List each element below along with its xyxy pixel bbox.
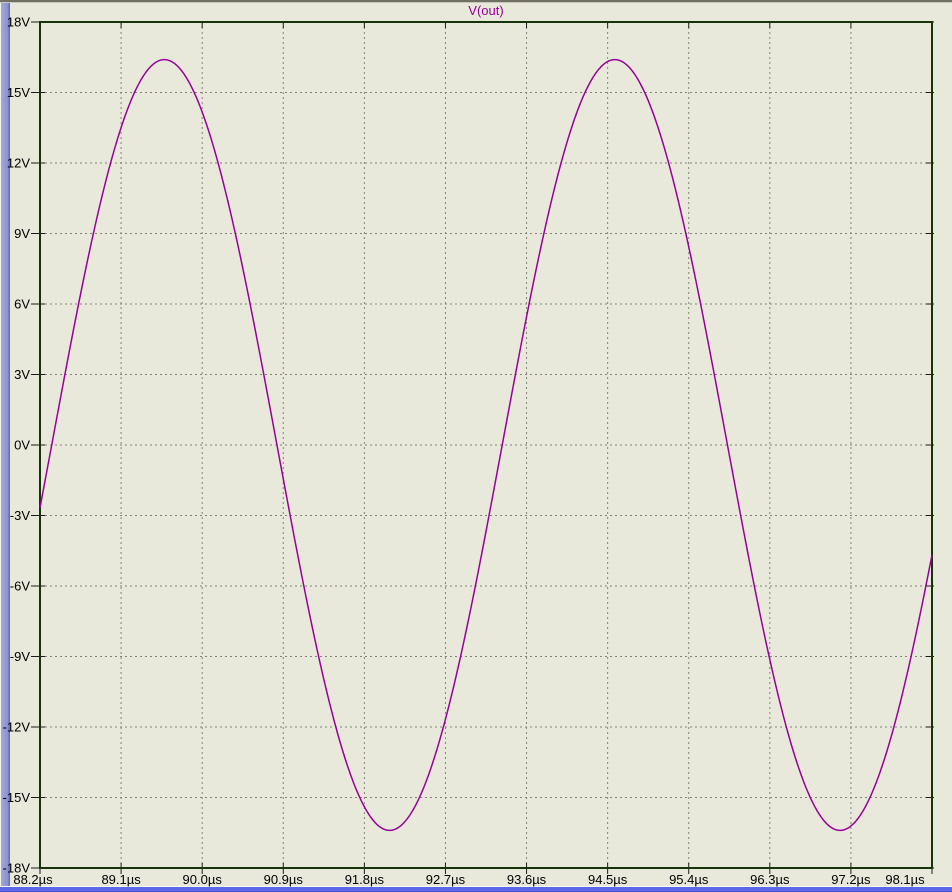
x-tick-label: 88.2µs <box>13 872 53 887</box>
x-tick-label: 89.1µs <box>101 872 141 887</box>
y-tick-label: 9V <box>14 226 30 241</box>
x-tick-label: 98.1µs <box>885 872 925 887</box>
y-tick-label: 12V <box>7 156 30 171</box>
y-tick-label: 6V <box>14 297 30 312</box>
y-tick-label: -9V <box>10 649 31 664</box>
x-tick-label: 94.5µs <box>588 872 628 887</box>
y-tick-label: -15V <box>3 790 31 805</box>
y-tick-label: -6V <box>10 579 31 594</box>
y-tick-label: -12V <box>3 720 31 735</box>
x-tick-label: 95.4µs <box>669 872 709 887</box>
x-tick-label: 90.9µs <box>264 872 304 887</box>
x-tick-label: 93.6µs <box>507 872 547 887</box>
y-tick-label: 3V <box>14 367 30 382</box>
waveform-viewer-pane: V(out) 18V 15V 12V 9V 6V 3V 0V -3V -6V -9V -12V -15… <box>0 0 952 892</box>
y-tick-label: -3V <box>10 508 31 523</box>
y-tick-label: 15V <box>7 85 30 100</box>
waveform-plot-area[interactable]: 18V15V12V9V6V3V0V-3V-6V-9V-12V-15V-18V88… <box>0 0 952 892</box>
x-tick-label: 96.3µs <box>750 872 790 887</box>
y-tick-label: 18V <box>7 15 30 30</box>
x-tick-label: 92.7µs <box>426 872 466 887</box>
y-tick-label: 0V <box>14 438 30 453</box>
x-tick-label: 90.0µs <box>183 872 223 887</box>
x-tick-label: 91.8µs <box>345 872 385 887</box>
x-tick-label: 97.2µs <box>831 872 871 887</box>
